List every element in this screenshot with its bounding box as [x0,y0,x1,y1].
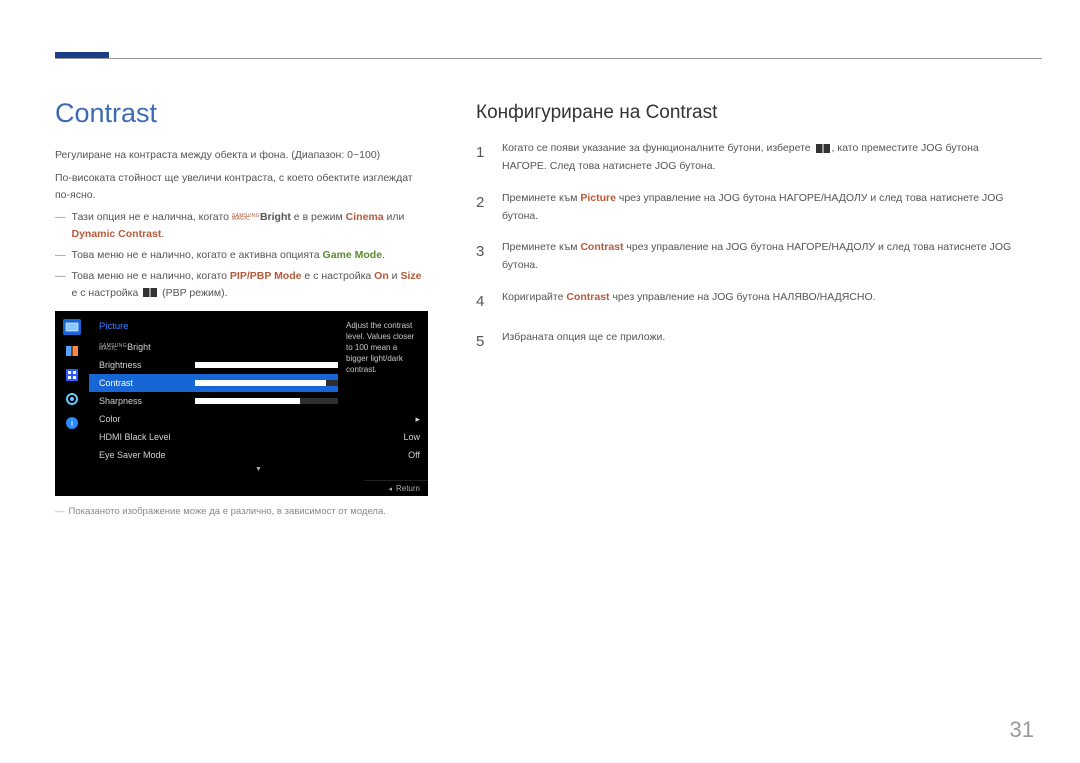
step-text: чрез управление на JOG бутона НАЛЯВО/НАД… [610,291,876,303]
section-title: Contrast [55,98,428,129]
dash-icon: ― [55,209,66,243]
step-5: 5 Избраната опция ще се приложи. [476,329,1025,355]
osd-return-label: Return [396,484,420,493]
size-label: Size [400,270,421,282]
osd-row-color: Color ▸ [89,410,428,428]
osd-description: Adjust the contrast level. Values closer… [338,317,428,412]
page-number: 31 [1010,717,1034,743]
header-rule [55,58,1042,59]
step-number: 2 [476,190,490,226]
osd-row-hdmi-black-level: HDMI Black Level Low [89,428,428,446]
osd-row-label: Eye Saver Mode [99,450,195,460]
osd-tab-icon [63,367,81,383]
game-mode-label: Game Mode [323,249,383,261]
osd-tab-picture-icon [63,319,81,335]
step-number: 3 [476,239,490,275]
intro-2: По-високата стойност ще увеличи контраст… [55,170,428,204]
note-text: е в режим [291,211,346,223]
right-column: Конфигуриране на Contrast 1 Когато се по… [476,98,1025,517]
contrast-label: Contrast [580,241,623,253]
osd-row-label: HDMI Black Level [99,432,195,442]
osd-row-value: ▸ [380,414,420,425]
osd-row-label: Contrast [99,378,195,388]
dynamic-contrast-label: Dynamic Contrast [72,228,162,240]
osd-return-bar: ◂ Return [364,480,428,496]
note-1: ― Тази опция не е налична, когато SAMSUN… [55,209,428,243]
note-text: е с настройка [301,270,374,282]
svg-text:i: i [71,418,73,428]
picture-label: Picture [580,192,616,204]
config-title: Конфигуриране на Contrast [476,102,1025,124]
note-text: . [161,228,164,240]
note-text: Тази опция не е налична, когато [72,211,232,223]
note-3: ― Това меню не е налично, когато PIP/PBP… [55,268,428,302]
note-text: или [384,211,405,223]
osd-caption: ―Показаното изображение може да е различ… [55,506,428,517]
step-1: 1 Когато се появи указание за функционал… [476,140,1025,176]
intro-1: Регулиране на контраста между обекта и ф… [55,147,428,164]
back-arrow-icon: ◂ [388,485,392,493]
magic-sup-bot: MAGIC [232,216,250,222]
osd-row-label: SAMSUNGMAGICBright [99,342,195,352]
note-text: Това меню не е налично, когато [72,270,230,282]
osd-row-label: Brightness [99,360,195,370]
note-text: (PBP режим). [159,287,227,299]
menu-icon [816,144,830,153]
note-text: е с настройка [72,287,142,299]
contrast-label: Contrast [566,291,609,303]
step-3: 3 Преминете към Contrast чрез управление… [476,239,1025,275]
step-text: Преминете към [502,192,580,204]
note-text: Това меню не е налично, когато е активна… [72,249,323,261]
osd-row-value: Off [380,450,420,460]
osd-tab-info-icon: i [63,415,81,431]
note-text: . [382,249,385,261]
osd-tab-icon [63,343,81,359]
step-text: Избраната опция ще се приложи. [502,329,665,355]
osd-row-value: Low [380,432,420,442]
magic-prefix-icon: SAMSUNGMAGIC [99,345,127,351]
osd-sidebar: i [55,311,89,496]
osd-row-label: Sharpness [99,396,195,406]
step-2: 2 Преминете към Picture чрез управление … [476,190,1025,226]
caption-text: Показаното изображение може да е различн… [69,506,386,517]
bright-label: Bright [260,211,291,223]
pbp-icon [143,288,157,297]
on-label: On [374,270,389,282]
dash-icon: ― [55,247,66,264]
osd-row-label: Color [99,414,195,424]
osd-tab-settings-icon [63,391,81,407]
note-2: ― Това меню не е налично, когато е актив… [55,247,428,264]
dash-icon: ― [55,268,66,302]
step-4: 4 Коригирайте Contrast чрез управление н… [476,289,1025,315]
step-number: 5 [476,329,490,355]
pip-pbp-label: PIP/PBP Mode [230,270,302,282]
step-number: 1 [476,140,490,176]
step-number: 4 [476,289,490,315]
osd-scroll-down-icon: ▼ [89,466,428,473]
left-column: Contrast Регулиране на контраста между о… [55,98,428,517]
step-text: Преминете към [502,241,580,253]
step-text: Коригирайте [502,291,566,303]
cinema-label: Cinema [346,211,384,223]
step-text: Когато се появи указание за функционални… [502,142,814,154]
osd-row-eye-saver-mode: Eye Saver Mode Off [89,446,428,464]
note-text: и [389,270,401,282]
osd-panel: i Picture SAMSUNGMAGICBrightCustom ▸Brig… [55,311,428,496]
